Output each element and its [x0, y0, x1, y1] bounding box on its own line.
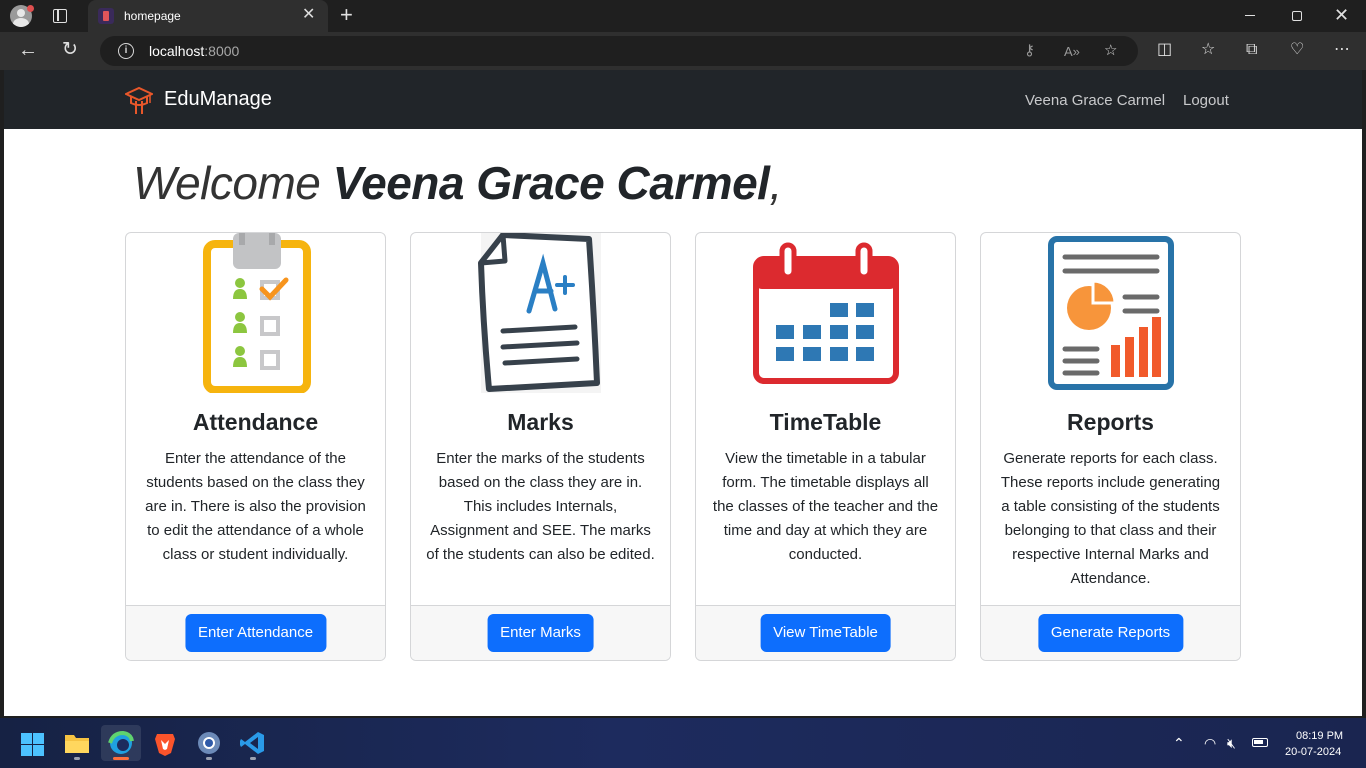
timetable-card-text: View the timetable in a tabular form. Th… — [712, 450, 939, 563]
logout-link[interactable]: Logout — [1183, 92, 1229, 109]
browser-essentials-icon[interactable]: ♡ — [1290, 40, 1304, 60]
vscode-icon[interactable] — [233, 725, 273, 761]
enter-marks-button[interactable]: Enter Marks — [487, 614, 594, 652]
marks-card-footer: Enter Marks — [411, 605, 670, 660]
address-bar[interactable]: i localhost:8000 ⚷ A» ☆ — [100, 36, 1138, 66]
minimize-window-button[interactable] — [1245, 15, 1255, 16]
tab-actions-icon[interactable] — [53, 9, 67, 23]
page-viewport: EduManage Veena Grace Carmel Logout Welc… — [4, 70, 1362, 716]
url-port: :8000 — [204, 43, 240, 59]
attendance-clipboard-icon — [202, 233, 311, 393]
app-running-indicator — [74, 757, 80, 760]
marks-card-text: Enter the marks of the students based on… — [426, 450, 655, 563]
split-screen-icon[interactable]: ◫ — [1157, 40, 1172, 60]
browser-toolbar: ← ↻ i localhost:8000 ⚷ A» ☆ ◫ ☆ ⧉ ♡ ⋯ — [0, 32, 1366, 70]
site-info-icon[interactable]: i — [118, 43, 134, 59]
timetable-card-footer: View TimeTable — [696, 605, 955, 660]
welcome-user-name: Veena Grace Carmel — [332, 157, 770, 209]
key-icon[interactable]: ⚷ — [1024, 41, 1035, 61]
reports-card-text: Generate reports for each class. These r… — [1000, 450, 1221, 587]
welcome-heading: Welcome Veena Grace Carmel, — [133, 156, 782, 210]
favorite-star-icon[interactable]: ☆ — [1104, 41, 1117, 61]
windows-start-icon[interactable] — [21, 733, 44, 756]
wifi-icon[interactable]: ◠ — [1204, 735, 1216, 751]
more-menu-icon[interactable]: ⋯ — [1334, 40, 1350, 60]
browser-tab-bar: homepage ✕ + ✕ — [0, 0, 1366, 32]
welcome-greeting: Welcome — [133, 157, 321, 209]
read-aloud-icon[interactable]: A» — [1064, 42, 1080, 62]
battery-icon[interactable] — [1252, 738, 1268, 747]
new-tab-button[interactable]: + — [340, 3, 353, 27]
volume-muted-icon[interactable]: 🔇︎ — [1227, 735, 1236, 751]
favicon-icon — [98, 8, 114, 24]
url-host: localhost — [149, 43, 205, 59]
calendar-icon — [752, 242, 899, 384]
attendance-card-text: Enter the attendance of the students bas… — [145, 450, 366, 563]
os-taskbar: ⌃ ◠ 🔇︎ 08:19 PM 20-07-2024 — [0, 718, 1366, 768]
attendance-card: Attendance Enter the attendance of the s… — [125, 232, 386, 661]
enter-attendance-button[interactable]: Enter Attendance — [184, 614, 327, 652]
timetable-card-title: TimeTable — [769, 409, 882, 435]
browser-tab-homepage[interactable]: homepage ✕ — [88, 0, 328, 32]
reports-card-title: Reports — [1067, 409, 1154, 435]
marks-card: Marks Enter the marks of the students ba… — [410, 232, 671, 661]
notification-dot — [27, 5, 34, 12]
app-active-indicator — [113, 757, 129, 760]
favorites-icon[interactable]: ☆ — [1201, 40, 1215, 60]
reports-card: Reports Generate reports for each class.… — [980, 232, 1241, 661]
welcome-punct: , — [769, 157, 782, 209]
taskbar-clock-date[interactable]: 20-07-2024 — [1285, 746, 1341, 758]
app-running-indicator — [206, 757, 212, 760]
taskbar-clock-time[interactable]: 08:19 PM — [1296, 730, 1343, 742]
tab-title: homepage — [124, 9, 181, 23]
site-navbar: EduManage Veena Grace Carmel Logout — [4, 70, 1362, 129]
report-chart-icon — [1047, 236, 1174, 390]
back-arrow-icon[interactable]: ← — [18, 39, 38, 61]
marks-card-title: Marks — [507, 409, 574, 435]
attendance-card-footer: Enter Attendance — [126, 605, 385, 660]
generate-reports-button[interactable]: Generate Reports — [1037, 614, 1184, 652]
timetable-card: TimeTable View the timetable in a tabula… — [695, 232, 956, 661]
graduation-cap-logo-icon[interactable] — [125, 85, 153, 117]
chrome-app-icon[interactable] — [189, 725, 229, 761]
show-hidden-icons-chevron-icon[interactable]: ⌃ — [1173, 735, 1185, 751]
view-timetable-button[interactable]: View TimeTable — [760, 614, 891, 652]
url-text[interactable]: localhost:8000 — [149, 43, 239, 59]
restore-window-button[interactable] — [1292, 11, 1302, 21]
brand-name[interactable]: EduManage — [164, 88, 272, 111]
file-explorer-icon[interactable] — [57, 725, 97, 761]
nav-user-name[interactable]: Veena Grace Carmel — [1025, 92, 1165, 109]
reports-card-footer: Generate Reports — [981, 605, 1240, 660]
collections-icon[interactable]: ⧉ — [1246, 40, 1257, 60]
edge-browser-icon[interactable] — [101, 725, 141, 761]
marks-paper-icon — [477, 233, 601, 393]
app-running-indicator — [250, 757, 256, 760]
close-window-button[interactable]: ✕ — [1334, 5, 1349, 25]
attendance-card-title: Attendance — [192, 409, 319, 435]
reload-icon[interactable]: ↻ — [62, 39, 78, 61]
tab-close-icon[interactable]: ✕ — [302, 6, 315, 24]
brave-browser-icon[interactable] — [145, 725, 185, 761]
